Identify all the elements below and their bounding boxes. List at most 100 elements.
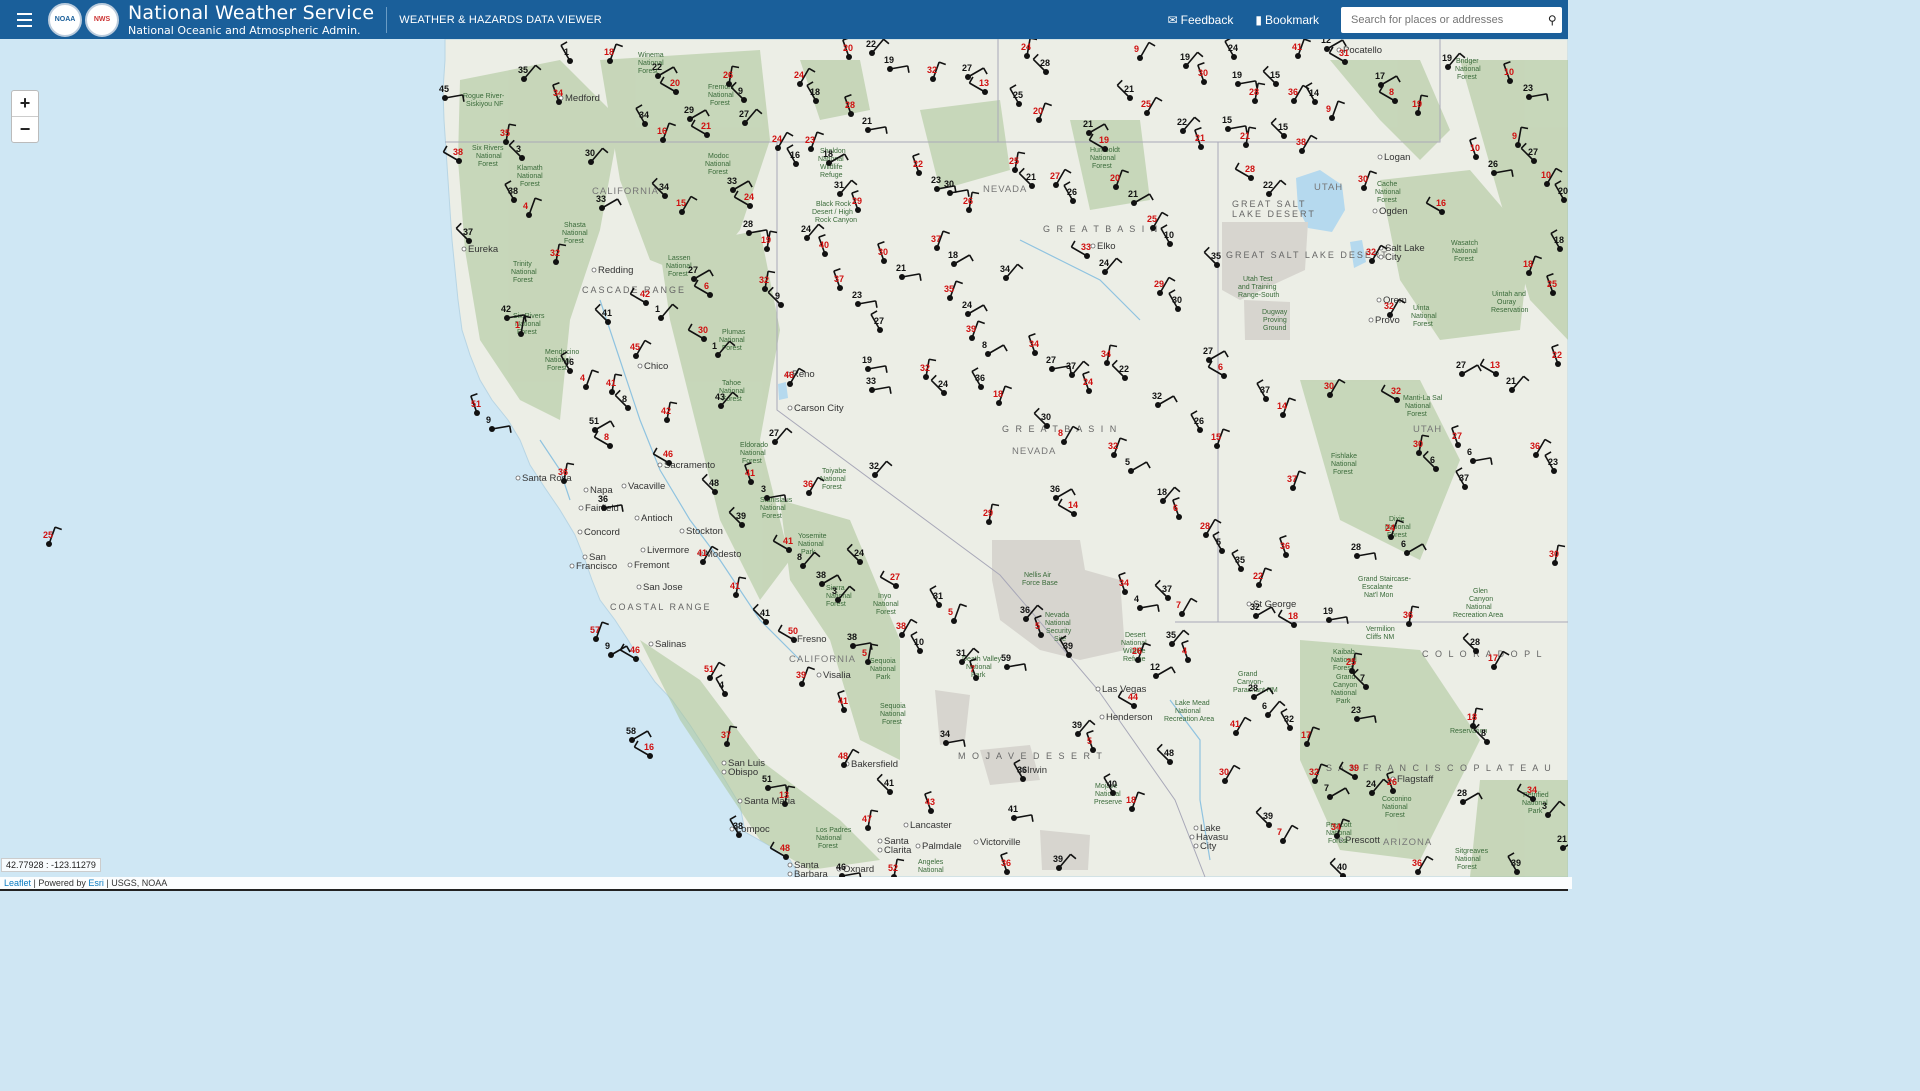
menu-button[interactable] [0,0,48,39]
park-label: Forest [1092,163,1112,170]
station-dot [726,81,732,87]
station-value: 36 [1412,858,1422,868]
place-label: Obispo [728,767,758,778]
station-dot [607,443,613,449]
station-value: 44 [1128,692,1138,702]
station-value: 30 [1413,439,1423,449]
station-value: 42 [501,304,511,314]
station-dot [642,121,648,127]
station-value: 24 [854,548,864,558]
place-label: Visalia [823,670,852,681]
park-label: Forest [882,719,902,726]
station-value: 9 [1134,44,1139,54]
park-label: Forest [564,238,584,245]
station-value: 8 [1389,87,1394,97]
station-dot [826,160,832,166]
station-value: 29 [1154,279,1164,289]
station-value: 35 [1166,630,1176,640]
place-label: Vacaville [628,481,665,492]
station-value: 18 [1288,611,1298,621]
region-label: G R E A T B A S I N [1043,224,1159,234]
station-dot [822,251,828,257]
park-label: Forest [1377,197,1397,204]
leaflet-link[interactable]: Leaflet [4,878,31,888]
station-value: 37 [834,274,844,284]
park-label: Forest [708,169,728,176]
bookmark-button[interactable]: ▮ Bookmark [1255,13,1319,27]
station-dot [746,230,752,236]
place-label: Livermore [647,545,689,556]
station-value: 29 [852,196,862,206]
station-value: 27 [688,265,698,275]
station-value: 31 [933,591,943,601]
station-value: 32 [759,275,769,285]
station-dot [1287,725,1293,731]
station-value: 9 [738,86,743,96]
station-dot [567,368,573,374]
station-dot [1327,794,1333,800]
station-value: 17 [1375,71,1385,81]
header-divider [386,6,388,33]
station-dot [1024,53,1030,59]
station-dot [934,186,940,192]
map-view[interactable]: Medford Eureka Redding Chico Reno Carson City… [0,39,1568,877]
station-dot [1214,262,1220,268]
station-value: 24 [1099,258,1109,268]
station-dot [691,276,697,282]
station-dot [655,73,661,79]
station-value: 17 [1301,730,1311,740]
map-canvas[interactable]: MedfordEurekaReddingChicoRenoCarson City… [0,39,1568,877]
station-dot [625,405,631,411]
station-value: 39 [1349,763,1359,773]
station-value: 51 [704,664,714,674]
park-label: Manti-La Sal [1403,395,1443,402]
feedback-button[interactable]: ✉ Feedback [1168,13,1234,27]
station-value: 19 [862,355,872,365]
station-value: 42 [661,406,671,416]
station-dot [1029,183,1035,189]
park-label: National [1095,791,1121,798]
station-dot [1299,148,1305,154]
viewer-title: WEATHER & HAZARDS DATA VIEWER [399,13,602,26]
station-dot [1473,154,1479,160]
search-icon[interactable]: ⚲ [1543,13,1562,27]
station-value: 7 [1324,783,1329,793]
station-dot [959,659,965,665]
station-value: 39 [736,511,746,521]
station-dot [1493,371,1499,377]
station-value: 20 [1033,106,1043,116]
station-dot [1266,191,1272,197]
station-value: 38 [453,147,463,157]
station-dot [1530,796,1536,802]
park-label: Forest [818,843,838,850]
station-value: 24 [1228,43,1238,53]
zoom-out-button[interactable]: − [12,116,38,142]
station-value: 46 [836,862,846,872]
park-label: Sequoia [880,703,906,710]
station-value: 34 [1119,578,1129,588]
station-value: 21 [862,116,872,126]
station-value: 23 [852,290,862,300]
station-value: 5 [1216,537,1221,547]
station-dot [1110,790,1116,796]
station-dot [1176,514,1182,520]
station-dot [553,259,559,265]
station-value: 6 [1218,362,1223,372]
park-label: Cache [1377,181,1397,188]
search-input[interactable] [1341,12,1543,27]
station-value: 41 [1008,804,1018,814]
station-dot [1219,548,1225,554]
esri-link[interactable]: Esri [88,878,104,888]
place-label: Provo [1375,315,1400,326]
station-value: 24 [1366,779,1376,789]
station-value: 5 [948,607,953,617]
station-dot [1056,865,1062,871]
station-value: 34 [1527,785,1537,795]
park-label: Klamath [517,165,543,172]
station-dot [1312,99,1318,105]
station-dot [804,235,810,241]
park-label: Kaibab [1333,649,1355,656]
station-value: 41 [884,778,894,788]
zoom-in-button[interactable]: + [12,91,38,116]
station-value: 40 [819,240,829,250]
